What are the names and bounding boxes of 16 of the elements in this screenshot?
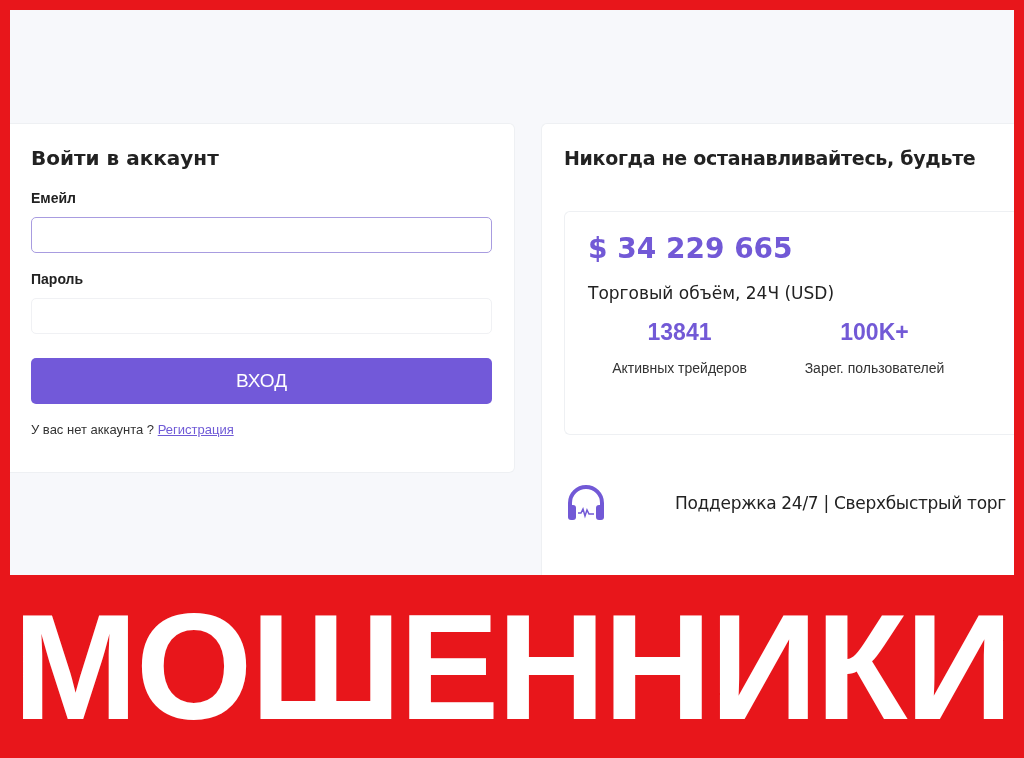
stat-label: Активных трейдеров (611, 360, 748, 376)
volume-label: Торговый объём, 24Ч (USD) (588, 283, 836, 303)
login-button[interactable]: ВХОД (31, 358, 492, 404)
signup-prompt: У вас нет аккаунта ? (31, 422, 155, 437)
field-label: Пароль (31, 271, 85, 287)
login-title: Войти в аккаунт (31, 146, 220, 170)
promo-headline: Никогда не останавливайтесь, будьте (564, 147, 977, 169)
stat-value: 100K+ (839, 319, 910, 346)
register-link[interactable]: Регистрация (157, 422, 234, 437)
field-label: Емейл (31, 190, 77, 206)
input-field[interactable] (31, 217, 492, 253)
volume-value: $ 34 229 665 (588, 232, 794, 265)
support-text: Поддержка 24/7 | Сверхбыстрый торг (675, 493, 1006, 513)
banner-text: МОШЕННИКИ (12, 591, 1012, 742)
stat-value: 13841 (646, 319, 713, 346)
stat-label: Зарег. пользователей (803, 360, 946, 376)
